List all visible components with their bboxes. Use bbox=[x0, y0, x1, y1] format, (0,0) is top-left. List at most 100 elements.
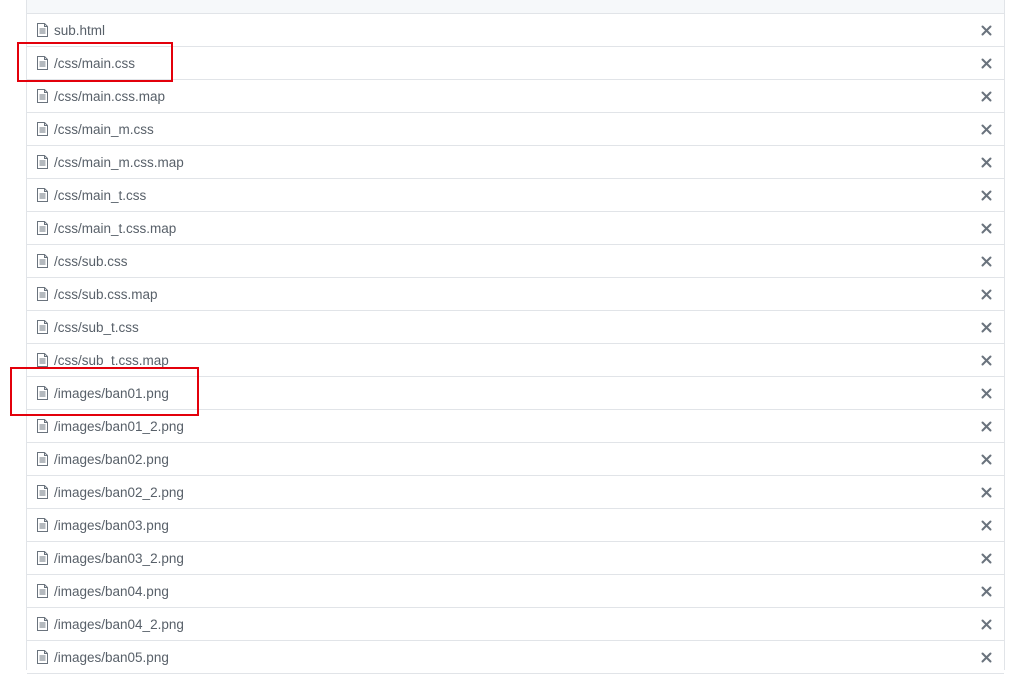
file-text-icon bbox=[37, 452, 48, 466]
file-name: /images/ban04.png bbox=[54, 583, 169, 599]
file-row[interactable]: /images/ban04.png bbox=[27, 575, 1004, 608]
file-name: /css/main_t.css.map bbox=[54, 220, 177, 236]
remove-file-button[interactable] bbox=[978, 352, 994, 368]
file-text-icon bbox=[37, 188, 48, 202]
close-icon bbox=[981, 487, 991, 497]
remove-file-button[interactable] bbox=[978, 121, 994, 137]
file-name: /images/ban04_2.png bbox=[54, 616, 184, 632]
panel-header bbox=[27, 0, 1004, 14]
remove-file-button[interactable] bbox=[978, 319, 994, 335]
remove-file-button[interactable] bbox=[978, 451, 994, 467]
file-row[interactable]: /css/main_m.css bbox=[27, 113, 1004, 146]
file-text-icon bbox=[37, 155, 48, 169]
file-text-icon bbox=[37, 353, 48, 367]
file-text-icon bbox=[37, 89, 48, 103]
file-text-icon bbox=[37, 617, 48, 631]
file-list-panel: sub.html /css/main.css /css/main.css.map… bbox=[26, 0, 1005, 674]
file-name: /images/ban03.png bbox=[54, 517, 169, 533]
close-icon bbox=[981, 454, 991, 464]
file-name: /css/sub_t.css.map bbox=[54, 352, 169, 368]
file-row[interactable]: /css/main_t.css.map bbox=[27, 212, 1004, 245]
file-name: /css/main_m.css bbox=[54, 121, 154, 137]
file-row[interactable]: /css/sub.css bbox=[27, 245, 1004, 278]
close-icon bbox=[981, 322, 991, 332]
remove-file-button[interactable] bbox=[978, 220, 994, 236]
close-icon bbox=[981, 619, 991, 629]
close-icon bbox=[981, 58, 991, 68]
file-name: /css/sub.css.map bbox=[54, 286, 158, 302]
file-row[interactable]: /images/ban01.png bbox=[27, 377, 1004, 410]
file-name: /images/ban01.png bbox=[54, 385, 169, 401]
file-name: /images/ban05.png bbox=[54, 649, 169, 665]
file-text-icon bbox=[37, 221, 48, 235]
file-row[interactable]: /css/main.css.map bbox=[27, 80, 1004, 113]
file-row[interactable]: /images/ban03_2.png bbox=[27, 542, 1004, 575]
file-text-icon bbox=[37, 320, 48, 334]
close-icon bbox=[981, 124, 991, 134]
file-name: /css/main_m.css.map bbox=[54, 154, 184, 170]
file-text-icon bbox=[37, 584, 48, 598]
file-row[interactable]: /css/main_m.css.map bbox=[27, 146, 1004, 179]
file-name: /css/main.css.map bbox=[54, 88, 166, 104]
file-row[interactable]: /images/ban02_2.png bbox=[27, 476, 1004, 509]
close-icon bbox=[981, 256, 991, 266]
close-icon bbox=[981, 157, 991, 167]
remove-file-button[interactable] bbox=[978, 385, 994, 401]
file-name: /css/sub.css bbox=[54, 253, 128, 269]
close-icon bbox=[981, 586, 991, 596]
file-name: /images/ban02_2.png bbox=[54, 484, 184, 500]
file-name: /images/ban03_2.png bbox=[54, 550, 184, 566]
remove-file-button[interactable] bbox=[978, 517, 994, 533]
close-icon bbox=[981, 388, 991, 398]
file-list: sub.html /css/main.css /css/main.css.map… bbox=[27, 14, 1004, 674]
file-text-icon bbox=[37, 23, 48, 37]
remove-file-button[interactable] bbox=[978, 649, 994, 665]
close-icon bbox=[981, 553, 991, 563]
file-name: /css/sub_t.css bbox=[54, 319, 139, 335]
close-icon bbox=[981, 355, 991, 365]
close-icon bbox=[981, 190, 991, 200]
remove-file-button[interactable] bbox=[978, 616, 994, 632]
remove-file-button[interactable] bbox=[978, 286, 994, 302]
file-text-icon bbox=[37, 650, 48, 664]
file-row[interactable]: /css/main_t.css bbox=[27, 179, 1004, 212]
close-icon bbox=[981, 520, 991, 530]
file-name: sub.html bbox=[54, 22, 106, 38]
remove-file-button[interactable] bbox=[978, 55, 994, 71]
file-text-icon bbox=[37, 287, 48, 301]
file-row[interactable]: sub.html bbox=[27, 14, 1004, 47]
remove-file-button[interactable] bbox=[978, 253, 994, 269]
close-icon bbox=[981, 652, 991, 662]
close-icon bbox=[981, 91, 991, 101]
remove-file-button[interactable] bbox=[978, 550, 994, 566]
remove-file-button[interactable] bbox=[978, 418, 994, 434]
close-icon bbox=[981, 421, 991, 431]
file-name: /images/ban01_2.png bbox=[54, 418, 184, 434]
file-text-icon bbox=[37, 518, 48, 532]
remove-file-button[interactable] bbox=[978, 22, 994, 38]
close-icon bbox=[981, 223, 991, 233]
file-text-icon bbox=[37, 551, 48, 565]
remove-file-button[interactable] bbox=[978, 583, 994, 599]
remove-file-button[interactable] bbox=[978, 154, 994, 170]
remove-file-button[interactable] bbox=[978, 484, 994, 500]
file-text-icon bbox=[37, 485, 48, 499]
remove-file-button[interactable] bbox=[978, 187, 994, 203]
file-row[interactable]: /images/ban04_2.png bbox=[27, 608, 1004, 641]
file-row[interactable]: /css/sub_t.css.map bbox=[27, 344, 1004, 377]
file-text-icon bbox=[37, 419, 48, 433]
file-row[interactable]: /css/sub_t.css bbox=[27, 311, 1004, 344]
remove-file-button[interactable] bbox=[978, 88, 994, 104]
file-text-icon bbox=[37, 56, 48, 70]
file-row[interactable]: /images/ban02.png bbox=[27, 443, 1004, 476]
close-icon bbox=[981, 25, 991, 35]
file-name: /css/main.css bbox=[54, 55, 136, 71]
file-row[interactable]: /images/ban03.png bbox=[27, 509, 1004, 542]
file-text-icon bbox=[37, 386, 48, 400]
file-row[interactable]: /images/ban01_2.png bbox=[27, 410, 1004, 443]
file-row[interactable]: /css/main.css bbox=[27, 47, 1004, 80]
file-row[interactable]: /css/sub.css.map bbox=[27, 278, 1004, 311]
file-text-icon bbox=[37, 254, 48, 268]
close-icon bbox=[981, 289, 991, 299]
file-row[interactable]: /images/ban05.png bbox=[27, 641, 1004, 674]
